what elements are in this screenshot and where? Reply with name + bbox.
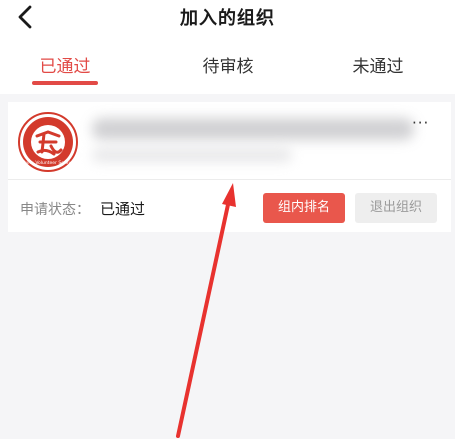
application-status-value: 已通过: [100, 200, 146, 218]
organization-info-redacted: [92, 148, 292, 162]
status-tabs: 已通过 待审核 未通过: [0, 36, 455, 94]
card-divider: [8, 179, 451, 180]
page-title: 加入的组织: [180, 8, 275, 29]
volunteer-org-logo-icon: China Volunteer Service: [18, 112, 78, 172]
tab-pending-review[interactable]: 待审核: [173, 52, 283, 77]
active-tab-indicator: [32, 81, 98, 85]
application-status-label: 申请状态：: [20, 202, 90, 218]
section-separator: [0, 94, 455, 102]
group-ranking-button[interactable]: 组内排名: [263, 193, 345, 223]
more-dots-icon[interactable]: ···: [412, 114, 429, 132]
exit-organization-button[interactable]: 退出组织: [355, 193, 437, 223]
top-bar: 加入的组织: [0, 0, 455, 36]
joined-organizations-page: 加入的组织 已通过 待审核 未通过 China Volunteer Servic…: [0, 0, 455, 439]
organization-card[interactable]: China Volunteer Service ··· 申请状态： 已通过 组内…: [8, 102, 451, 232]
tab-rejected[interactable]: 未通过: [323, 52, 433, 77]
tab-approved[interactable]: 已通过: [10, 52, 120, 77]
logo-lettering: China Volunteer Service: [21, 160, 75, 166]
organization-name-redacted: [92, 118, 414, 140]
